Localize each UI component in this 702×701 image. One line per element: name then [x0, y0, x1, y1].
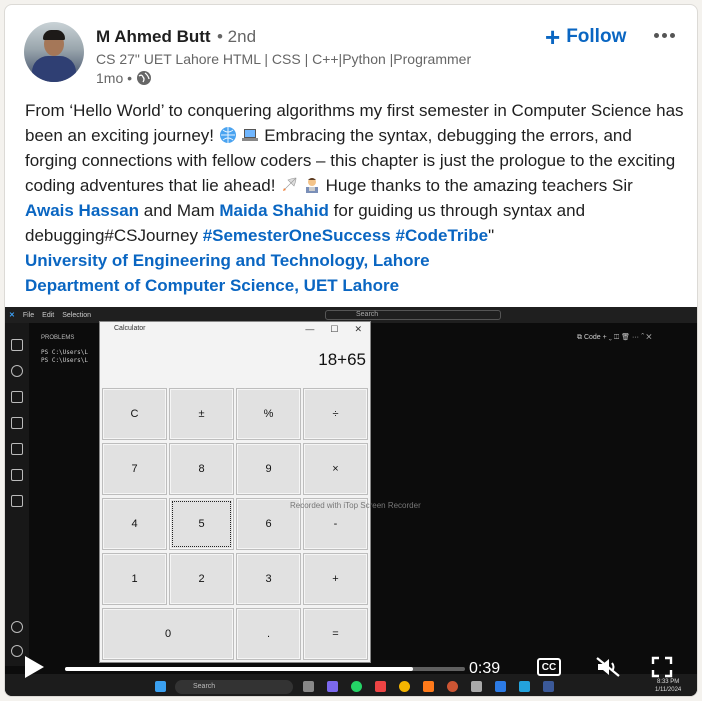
calculator-key[interactable]: C: [102, 388, 167, 440]
window-controls: — ☐ ✕: [305, 324, 362, 334]
hashtag-link[interactable]: #SemesterOneSuccess: [203, 226, 391, 245]
rocket-emoji-icon: [283, 177, 297, 191]
taskbar-app-icon: [471, 681, 482, 692]
author-name[interactable]: M Ahmed Butt: [96, 27, 211, 47]
calculator-key[interactable]: %: [236, 388, 301, 440]
mention-link[interactable]: Awais Hassan: [25, 201, 139, 220]
calculator-window: Calculator — ☐ ✕ 18+65 C ±% ÷ 7 8 9 × 4 5 6-1 2 3 +0. =: [99, 321, 371, 663]
post-text-part: ": [488, 226, 495, 245]
vscode-icon: ✕: [9, 312, 15, 319]
calculator-key[interactable]: 1: [102, 553, 167, 605]
taskbar-clock: 8:33 PM 1/11/2024: [655, 678, 681, 694]
python-icon: [11, 495, 23, 507]
laptop-emoji-icon: [242, 129, 259, 141]
post-time: 1mo •: [96, 70, 133, 86]
explorer-icon: [11, 339, 23, 351]
calculator-key[interactable]: 5: [169, 498, 234, 550]
mention-link[interactable]: Maida Shahid: [219, 201, 329, 220]
follow-button[interactable]: + Follow: [545, 21, 626, 53]
terminal-line: PS C:\Users\L: [41, 357, 88, 364]
terminal-tools: ⧉ Code + ⌄ ◫ 🗑 ··· ⌃ ✕: [577, 334, 652, 341]
taskbar-app-icon: [375, 681, 386, 692]
avatar[interactable]: [24, 22, 84, 82]
taskbar-app-icon: [399, 681, 410, 692]
menu-item-selection: Selection: [62, 311, 92, 319]
calculator-key[interactable]: 2: [169, 553, 234, 605]
recorder-watermark: Recorded with iTop Screen Recorder: [290, 501, 421, 510]
connection-degree: • 2nd: [217, 27, 257, 46]
taskbar-app-icon: [447, 681, 458, 692]
calculator-key[interactable]: +: [303, 553, 368, 605]
play-icon[interactable]: [25, 656, 44, 678]
search-icon: [11, 365, 23, 377]
calculator-key[interactable]: 7: [102, 443, 167, 495]
mute-icon[interactable]: [595, 656, 621, 678]
calculator-titlebar: Calculator — ☐ ✕: [100, 322, 370, 338]
post-text-part: and Mam: [139, 201, 220, 220]
panel-header: PROBLEMS: [41, 335, 75, 341]
follow-label: Follow: [566, 26, 627, 47]
taskbar-app-icon: [495, 681, 506, 692]
calculator-key[interactable]: 8: [169, 443, 234, 495]
taskbar-date: 1/11/2024: [655, 687, 682, 693]
calculator-key[interactable]: ±: [169, 388, 234, 440]
captions-button[interactable]: CC: [537, 658, 561, 676]
post-text: From ‘Hello World’ to conquering algorit…: [25, 98, 685, 298]
video-time: 0:39: [469, 660, 501, 677]
terminal-line: PS C:\Users\L: [41, 349, 88, 356]
source-control-icon: [11, 391, 23, 403]
globe-icon: [137, 71, 152, 85]
ellipsis-icon[interactable]: [650, 21, 678, 49]
account-icon: [11, 621, 23, 633]
activity-bar: [5, 323, 29, 666]
taskbar-app-icon: [423, 681, 434, 692]
menu-item-file: File: [22, 311, 35, 319]
progress-fill: [65, 667, 413, 671]
calculator-key[interactable]: ×: [303, 443, 368, 495]
fullscreen-icon[interactable]: [651, 656, 673, 678]
taskbar-app-icon: [303, 681, 314, 692]
testing-icon: [11, 469, 23, 481]
post-meta: 1mo •: [96, 70, 152, 86]
calculator-key[interactable]: 4: [102, 498, 167, 550]
run-icon: [11, 417, 23, 429]
author-headline: CS 27" UET Lahore HTML | CSS | C++|Pytho…: [96, 51, 472, 67]
org-link[interactable]: University of Engineering and Technology…: [25, 251, 430, 270]
taskbar-search: Search: [175, 680, 293, 694]
taskbar-time: 8:33 PM: [656, 679, 680, 685]
globe-emoji-icon: [219, 127, 236, 143]
calculator-key[interactable]: ÷: [303, 388, 368, 440]
calculator-key[interactable]: 3: [236, 553, 301, 605]
menu-item-edit: Edit: [42, 311, 55, 319]
technologist-emoji-icon: [305, 178, 318, 193]
terminal-label: Code: [583, 334, 601, 341]
video-controls: 0:39 CC: [5, 646, 697, 678]
progress-bar[interactable]: [65, 667, 465, 671]
taskbar-app-icon: [519, 681, 530, 692]
taskbar-app-icon: [543, 681, 554, 692]
taskbar-app-icon: [351, 681, 362, 692]
windows-start-icon: [155, 681, 166, 692]
taskbar-app-icon: [327, 681, 338, 692]
calculator-title: Calculator: [114, 325, 146, 332]
post-text-part: Huge thanks to the amazing teachers Sir: [320, 176, 633, 195]
plus-icon: +: [545, 22, 561, 52]
calculator-display: 18+65: [318, 350, 366, 369]
extensions-icon: [11, 443, 23, 455]
org-link[interactable]: Department of Computer Science, UET Laho…: [25, 276, 399, 295]
post-card: M Ahmed Butt • 2nd CS 27" UET Lahore HTM…: [4, 4, 698, 697]
calculator-key[interactable]: 9: [236, 443, 301, 495]
editor-search: Search: [325, 310, 501, 320]
hashtag-link[interactable]: #CodeTribe: [395, 226, 488, 245]
video-player[interactable]: ✕ File Edit Selection Search PROBLEMS PS…: [5, 307, 697, 696]
